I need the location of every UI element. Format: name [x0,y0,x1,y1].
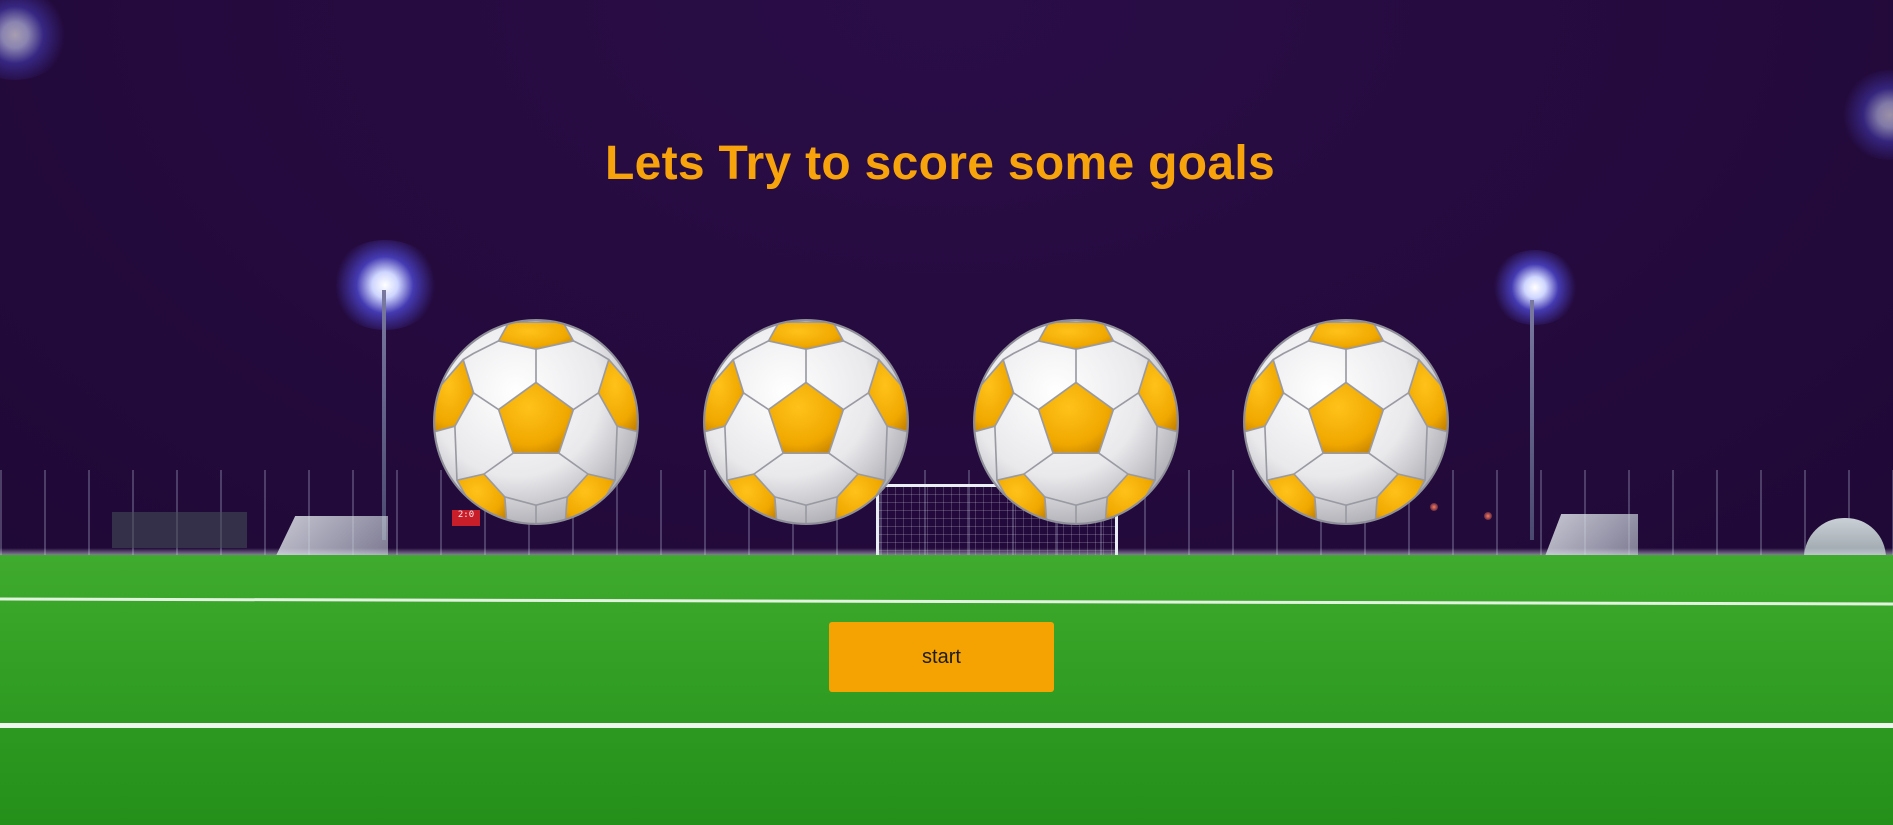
soccer-ball-1[interactable] [432,318,640,526]
game-stage: 2:0 Lets Try to score some goals start [0,0,1893,825]
soccer-ball-icon [1242,318,1450,526]
pitch-line [0,723,1893,728]
game-title: Lets Try to score some goals [605,137,1275,190]
soccer-ball-icon [702,318,910,526]
soccer-ball-4[interactable] [1242,318,1450,526]
ball-row [0,318,1893,528]
soccer-ball-icon [972,318,1180,526]
soccer-ball-icon [432,318,640,526]
start-button[interactable]: start [829,622,1054,692]
right-floodlight [1490,250,1580,325]
soccer-ball-2[interactable] [702,318,910,526]
soccer-ball-3[interactable] [972,318,1180,526]
